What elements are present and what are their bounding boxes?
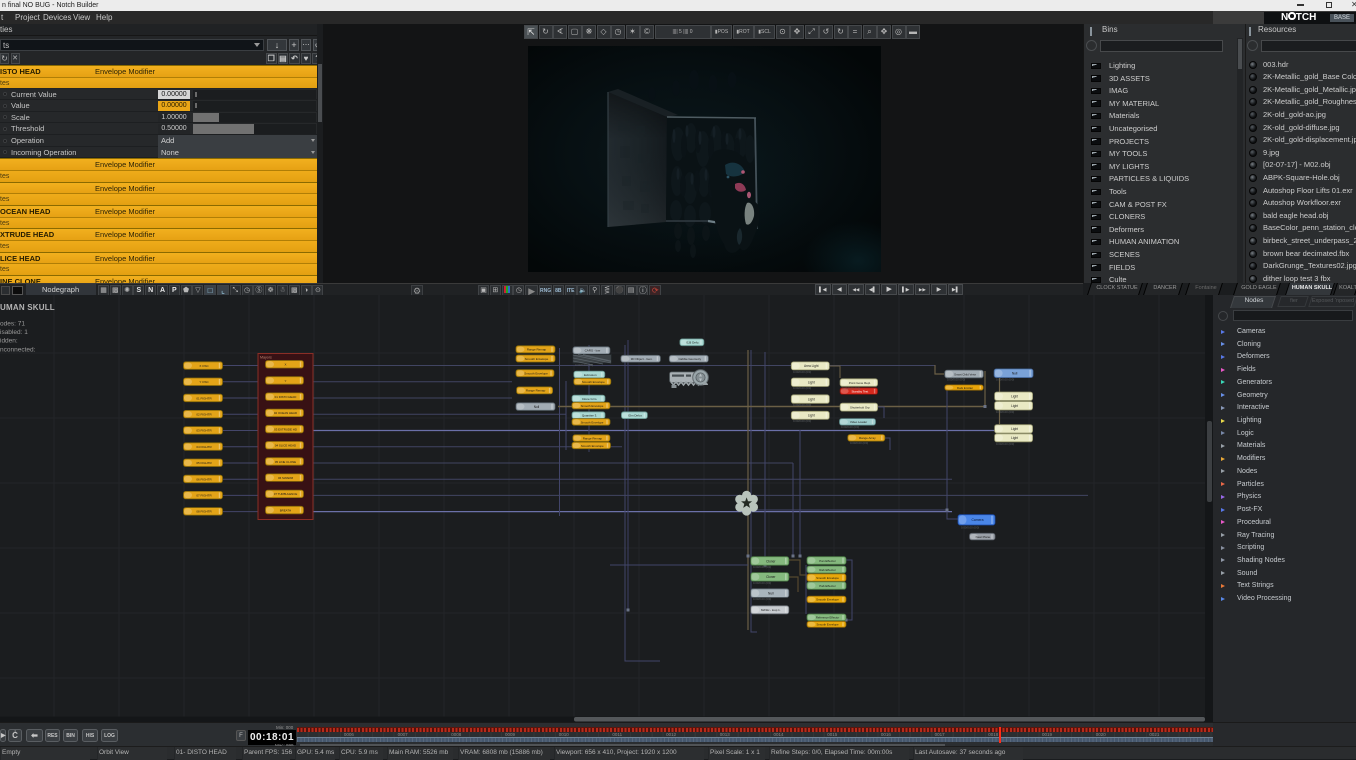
svg-text:0.00/0.00 (0/0): 0.00/0.00 (0/0) xyxy=(793,370,811,374)
svg-text:Smooth Envelope: Smooth Envelope xyxy=(524,372,548,376)
svg-text:03 EXTRUDE HD: 03 EXTRUDE HD xyxy=(274,427,297,431)
svg-text:03 FIGHTR: 03 FIGHTR xyxy=(196,429,212,433)
svg-text:Elm Defor.: Elm Defor. xyxy=(628,414,642,418)
svg-text:06 FIGHTR: 06 FIGHTR xyxy=(196,477,212,481)
svg-text:Video Loader: Video Loader xyxy=(850,420,867,424)
svg-text:0.00/0.00 (0/0): 0.00/0.00 (0/0) xyxy=(961,526,979,530)
svg-text:Smooth Envelope: Smooth Envelope xyxy=(816,623,839,627)
svg-text:08 FIGHTR: 08 FIGHTR xyxy=(196,510,212,514)
svg-text:Smooth Envelope: Smooth Envelope xyxy=(525,357,549,361)
svg-text:Cloner: Cloner xyxy=(766,575,776,579)
svg-text:Shutterbolt Grp: Shutterbolt Grp xyxy=(850,405,870,409)
svg-text:3D Object - Gen.: 3D Object - Gen. xyxy=(631,357,653,361)
svg-text:CARS - low: CARS - low xyxy=(585,349,601,353)
svg-text:0.00/0.00 (0/0): 0.00/0.00 (0/0) xyxy=(793,386,811,390)
svg-text:05 LINE CLONE: 05 LINE CLONE xyxy=(275,460,296,464)
svg-text:Area Light: Area Light xyxy=(804,364,819,368)
svg-text:Range Array: Range Array xyxy=(859,436,876,440)
svg-text:Range Remap: Range Remap xyxy=(527,348,547,352)
svg-text:Cabbie Geometry: Cabbie Geometry xyxy=(678,357,701,361)
svg-text:0.00/0.00 (0/0): 0.00/0.00 (0/0) xyxy=(793,403,811,407)
svg-text:Extrusion: Extrusion xyxy=(584,373,597,377)
svg-text:Null: Null xyxy=(1012,372,1018,376)
svg-text:Smooth Envelope: Smooth Envelope xyxy=(581,420,604,424)
svg-text:E,B Defo.: E,B Defo. xyxy=(686,341,699,345)
svg-text:06 SWARM: 06 SWARM xyxy=(278,476,294,480)
svg-text:nconnected:: nconnected: xyxy=(0,346,36,353)
svg-text:isabled: 1: isabled: 1 xyxy=(0,329,28,336)
svg-text:Camera: Camera xyxy=(971,518,983,522)
svg-text:07 FIGHTR: 07 FIGHTR xyxy=(196,493,212,497)
svg-text:Smooth Envelope: Smooth Envelope xyxy=(581,444,604,448)
svg-text:Y: Y xyxy=(285,379,287,383)
svg-text:Reference Effector: Reference Effector xyxy=(816,616,839,620)
svg-text:0.00/0.00 (0/0): 0.00/0.00 (0/0) xyxy=(996,442,1014,446)
svg-text:04 FIGHTR: 04 FIGHTR xyxy=(196,445,212,449)
svg-text:Light: Light xyxy=(1011,404,1018,408)
svg-text:Quantise 3.: Quantise 3. xyxy=(582,414,598,418)
svg-text:Light: Light xyxy=(1011,427,1018,431)
svg-text:Dark Emitter: Dark Emitter xyxy=(957,386,973,390)
svg-text:Light: Light xyxy=(808,414,815,418)
svg-text:Pab Effector: Pab Effector xyxy=(819,584,835,588)
svg-text:UMAN SKULL: UMAN SKULL xyxy=(0,303,55,312)
svg-text:X: X xyxy=(285,363,287,367)
svg-text:Light: Light xyxy=(1011,436,1018,440)
svg-text:07 TURBULENCE: 07 TURBULENCE xyxy=(274,492,298,496)
svg-text:04 SLICE HEAD: 04 SLICE HEAD xyxy=(275,444,296,448)
svg-text:Smooth Envelope: Smooth Envelope xyxy=(582,380,605,384)
svg-text:Light: Light xyxy=(808,381,815,385)
svg-text:0.00/0.00 (0/0): 0.00/0.00 (0/0) xyxy=(575,363,593,367)
svg-text:Pan Effector: Pan Effector xyxy=(819,559,835,563)
svg-text:Point Gone Repl.: Point Gone Repl. xyxy=(849,381,871,385)
svg-text:BREATH: BREATH xyxy=(280,508,292,512)
svg-text:Smooth Envelope: Smooth Envelope xyxy=(816,598,839,602)
svg-text:Light: Light xyxy=(808,397,815,401)
svg-text:X OSC: X OSC xyxy=(199,364,209,368)
svg-text:Null: Null xyxy=(534,405,540,409)
svg-text:01 DISTO HEAD: 01 DISTO HEAD xyxy=(275,395,297,399)
svg-text:Smart Child Verte: Smart Child Verte xyxy=(954,372,976,376)
svg-text:Rab Effector: Rab Effector xyxy=(819,568,836,572)
svg-text:MASH - loop 1.: MASH - loop 1. xyxy=(761,608,781,612)
svg-text:05 FIGHTR: 05 FIGHTR xyxy=(196,461,212,465)
svg-text:0.00/0.00 (0/0): 0.00/0.00 (0/0) xyxy=(753,581,771,585)
svg-text:01 FIGHTR: 01 FIGHTR xyxy=(196,396,212,400)
svg-text:Near Plane.: Near Plane. xyxy=(976,535,991,539)
svg-text:0.00/0.00 (0/0): 0.00/0.00 (0/0) xyxy=(841,425,859,429)
svg-text:Null: Null xyxy=(768,591,774,595)
svg-text:Clone Grm.: Clone Grm. xyxy=(582,397,598,401)
svg-text:idden:: idden: xyxy=(0,338,18,345)
svg-text:02 FIGHTR: 02 FIGHTR xyxy=(196,412,212,416)
svg-text:0.00/0.00 (0/0): 0.00/0.00 (0/0) xyxy=(842,387,860,391)
svg-text:odes: 71: odes: 71 xyxy=(0,321,25,328)
svg-text:0.00/0.00 (0/0): 0.00/0.00 (0/0) xyxy=(793,419,811,423)
svg-text:Smooth Envelope: Smooth Envelope xyxy=(816,576,839,580)
svg-text:Cloner: Cloner xyxy=(766,559,776,563)
svg-text:Smooth Envelope: Smooth Envelope xyxy=(581,404,604,408)
svg-text:02 OCEAN HEAD: 02 OCEAN HEAD xyxy=(274,411,297,415)
svg-text:Y OSC: Y OSC xyxy=(199,380,209,384)
svg-text:Range Remap: Range Remap xyxy=(526,389,546,393)
svg-text:0.00/0.00 (0/0): 0.00/0.00 (0/0) xyxy=(850,441,868,445)
svg-text:Mayors: Mayors xyxy=(260,356,272,360)
svg-text:Light: Light xyxy=(1011,395,1018,399)
svg-text:Range Remap: Range Remap xyxy=(583,436,603,440)
